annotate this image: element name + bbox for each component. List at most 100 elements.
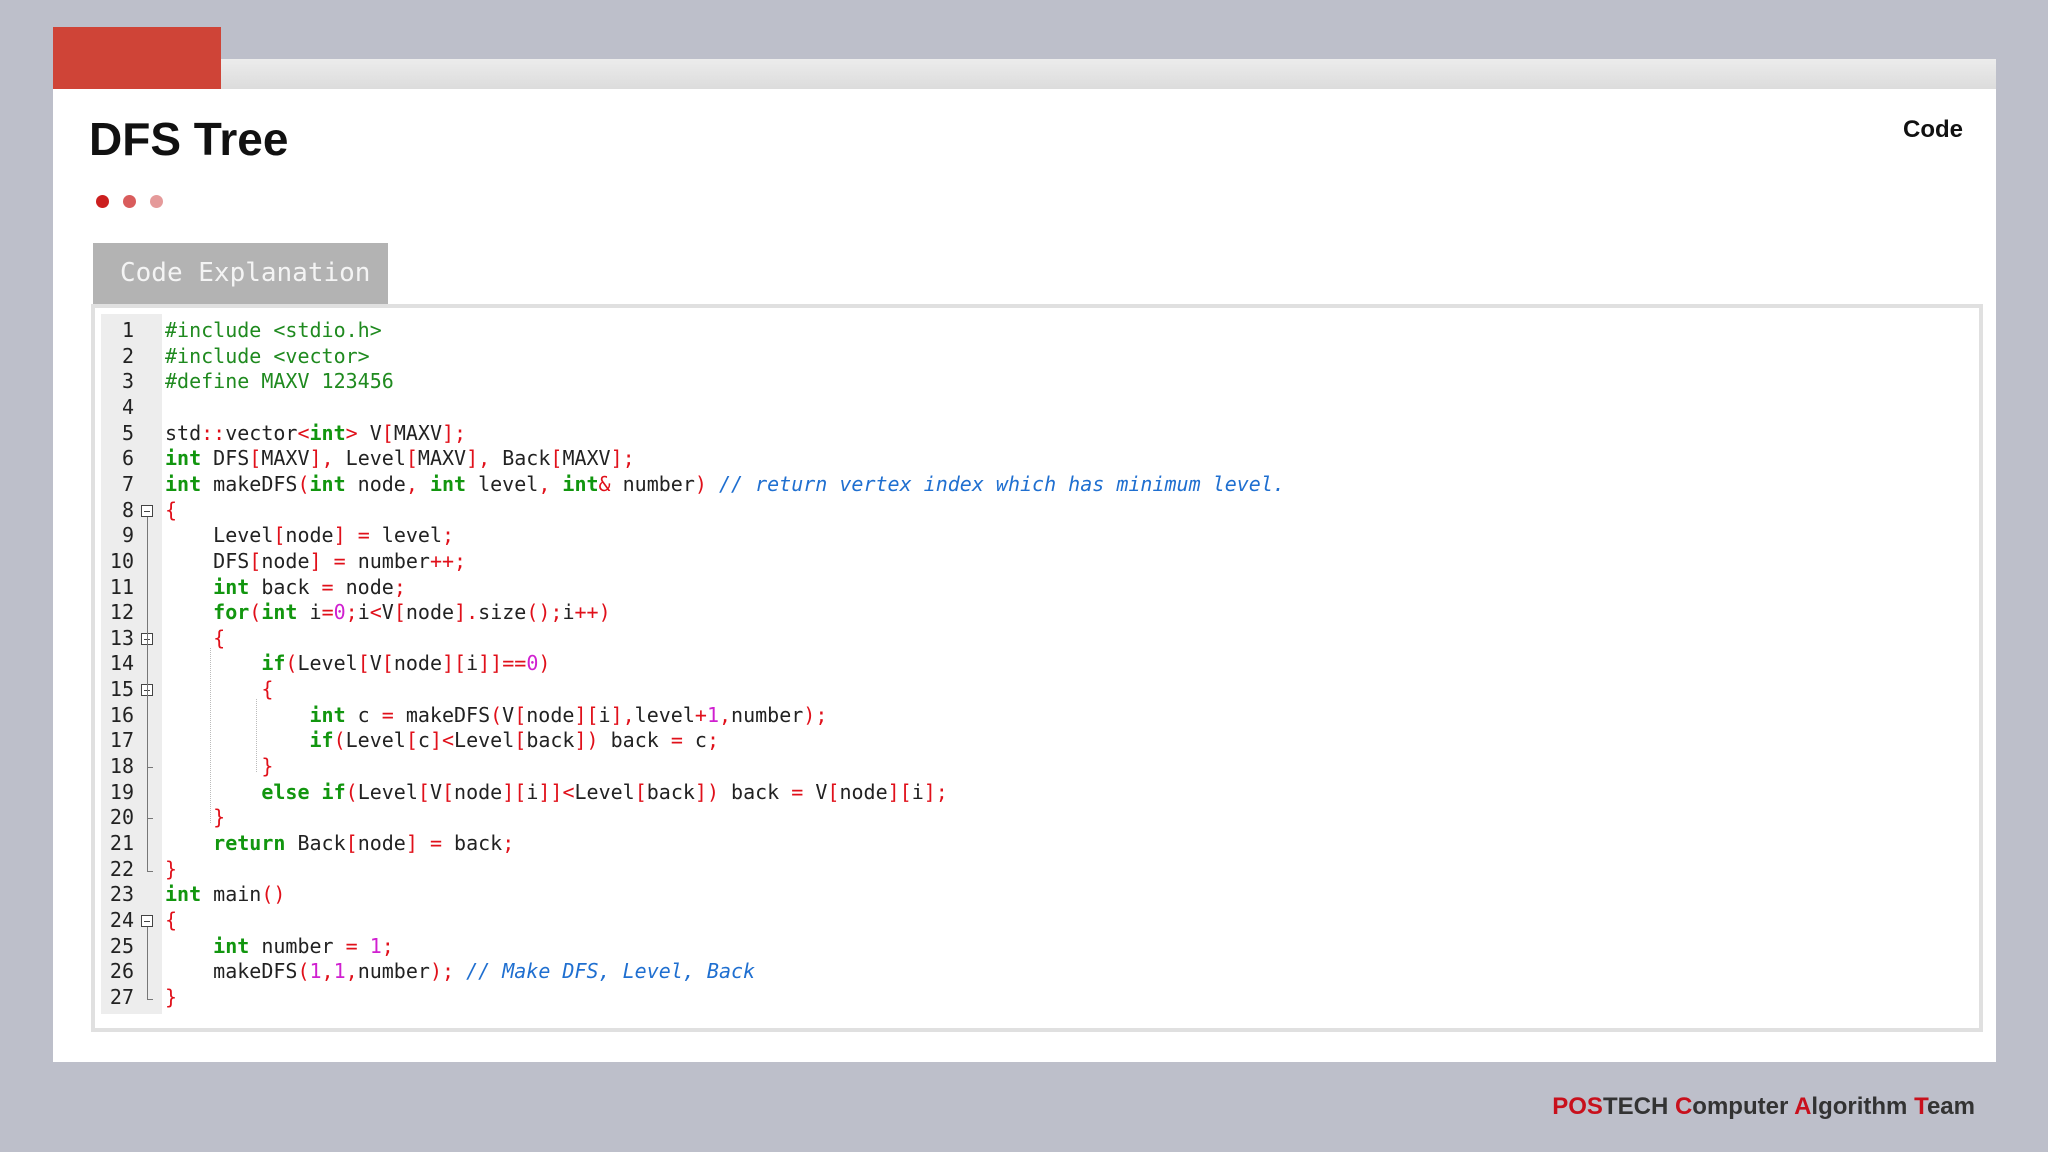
code-token: () [261, 882, 286, 907]
header-accent-block [53, 27, 221, 91]
code-token: else [261, 779, 310, 804]
code-token: ]; [923, 779, 948, 804]
code-token: { [213, 625, 226, 650]
slide-title: DFS Tree [89, 113, 289, 165]
code-token: ) [538, 651, 551, 676]
code-token: 0 [333, 600, 346, 625]
code-token: , [718, 702, 732, 727]
line-number: 24 [109, 907, 134, 932]
code-token: ], [466, 446, 491, 471]
code-line: if(Level[V[node][i]]==0) [165, 651, 550, 675]
code-token: level [369, 523, 442, 548]
dot-2 [123, 195, 136, 208]
code-token: ; [441, 523, 455, 548]
code-token: ]]< [538, 779, 575, 804]
code-token: DFS [165, 548, 250, 573]
code-token: node [454, 779, 503, 804]
code-token: ( [333, 728, 346, 753]
code-token: [ [381, 420, 394, 445]
code-line: return Back[node] = back; [165, 831, 514, 855]
code-token: main [201, 882, 262, 907]
code-token: vector [225, 420, 298, 445]
code-token: [ [550, 446, 563, 471]
code-line: else if(Level[V[node][i]]<Level[back]) b… [165, 780, 948, 804]
code-token: i [526, 779, 539, 804]
code-token: [ [357, 651, 370, 676]
code-token: 1 [309, 959, 322, 984]
code-token: c [417, 728, 430, 753]
line-number: 26 [109, 959, 134, 984]
code-token: = [357, 523, 370, 548]
code-line: #include <vector> [165, 344, 370, 368]
code-token: ( [285, 651, 298, 676]
code-token: ; [345, 600, 358, 625]
code-token: int [165, 471, 202, 496]
line-number: 22 [109, 856, 134, 881]
code-token: Level [165, 523, 274, 548]
fold-end-tick [147, 818, 153, 820]
code-line: } [165, 857, 177, 881]
footer-text-part: C [1674, 1093, 1693, 1120]
code-token: ; [393, 574, 406, 599]
line-number: 4 [121, 394, 134, 419]
fold-toggle-icon[interactable] [141, 504, 153, 517]
code-token: } [165, 984, 178, 1009]
code-token: MAXV [562, 446, 611, 471]
code-token: level [634, 702, 695, 727]
code-token: i [297, 600, 322, 625]
code-token: [ [273, 523, 286, 548]
line-number: 10 [109, 548, 134, 573]
code-token: & [598, 471, 611, 496]
code-token: [ [634, 779, 647, 804]
code-token: = [381, 702, 394, 727]
code-token: ( [249, 600, 262, 625]
line-number: 23 [109, 882, 134, 907]
code-token: int [165, 446, 202, 471]
code-token: back [249, 574, 322, 599]
code-token: node [393, 651, 442, 676]
code-token: = [321, 600, 334, 625]
code-line: int c = makeDFS(V[node][i],level+1,numbe… [165, 702, 828, 727]
code-token: for [213, 600, 250, 625]
code-token: MAXV [261, 446, 310, 471]
code-line: int makeDFS(int node, int level, int& nu… [165, 472, 1285, 496]
code-token: ]. [454, 600, 479, 625]
code-token: // return vertex index which has minimum… [718, 471, 1285, 496]
code-token: > [345, 420, 358, 445]
code-token: makeDFS [201, 471, 298, 496]
code-line: } [165, 754, 273, 778]
code-token: number [731, 702, 804, 727]
code-token: i [598, 702, 611, 727]
code-token: V [369, 651, 382, 676]
dot-3 [150, 195, 163, 208]
code-token: < [297, 420, 310, 445]
code-token: makeDFS [165, 959, 298, 984]
code-token: ]; [610, 446, 635, 471]
line-number: 8 [121, 497, 134, 522]
code-token: int [429, 471, 467, 496]
section-tag: Code [1903, 116, 1963, 143]
line-number: 1 [121, 318, 134, 342]
code-token: Level [333, 446, 406, 471]
code-token: [ [405, 728, 418, 753]
code-line: DFS[node] = number++; [165, 549, 466, 573]
code-token: , [538, 471, 551, 496]
code-token: ] [405, 831, 418, 855]
code-token: V [429, 779, 442, 804]
fold-toggle-icon[interactable] [141, 914, 153, 927]
code-token: + [694, 702, 707, 727]
code-token: i [562, 600, 575, 625]
code-token: back [442, 831, 503, 855]
code-token: [ [405, 446, 418, 471]
code-token: = [670, 728, 683, 753]
code-token: number [345, 548, 430, 573]
line-number: 9 [121, 523, 134, 548]
